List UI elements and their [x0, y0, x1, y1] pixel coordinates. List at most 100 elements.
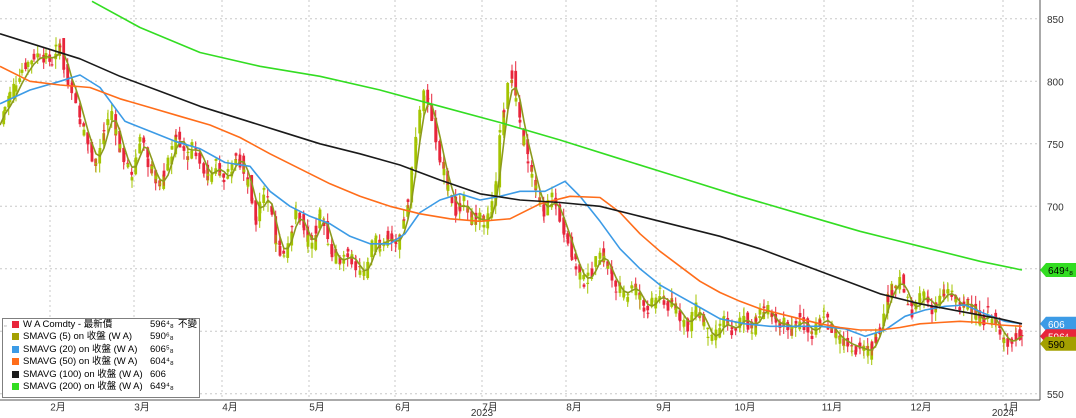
price-marker: 649⁴₈: [1040, 263, 1076, 277]
candle-body: [106, 119, 110, 125]
candle-body: [670, 300, 674, 302]
candle-body: [98, 147, 102, 151]
candle-body: [154, 175, 158, 180]
legend: ▫ W A Comdty - 最新價 596⁴₈ 不變 SMAVG (5) on…: [2, 318, 200, 398]
candle-body: [366, 262, 370, 265]
candle-body: [302, 227, 306, 231]
candle-body: [906, 296, 910, 298]
candle-body: [270, 211, 274, 215]
candle-body: [570, 256, 574, 260]
candle-body: [730, 327, 734, 330]
legend-label: SMAVG (100) on 收盤 (W A): [23, 368, 143, 380]
candle-body: [226, 169, 230, 172]
candle-body: [32, 53, 36, 60]
x-tick-label: 9月: [656, 401, 672, 413]
candle-body: [702, 322, 706, 327]
candle-body: [502, 110, 506, 113]
candle-body: [406, 199, 410, 202]
candle-body: [890, 290, 894, 295]
y-tick-label: 750: [1047, 140, 1064, 151]
candle-body: [454, 206, 458, 215]
legend-row-sma5[interactable]: SMAVG (5) on 收盤 (W A) 590⁶₈: [3, 331, 199, 343]
candle-body: [74, 94, 78, 100]
candle-body: [358, 270, 362, 275]
candle-body: [938, 296, 942, 299]
candle-body: [514, 98, 518, 102]
candle-body: [374, 235, 378, 239]
candle-body: [674, 308, 678, 314]
candle-body: [646, 312, 650, 314]
legend-row-price[interactable]: ▫ W A Comdty - 最新價 596⁴₈ 不變: [3, 319, 199, 331]
candle-body: [418, 113, 422, 118]
candle-body: [290, 226, 294, 228]
legend-row-sma20[interactable]: SMAVG (20) on 收盤 (W A) 606⁵₈: [3, 344, 199, 356]
legend-swatch: [12, 370, 19, 378]
candle-body: [834, 333, 838, 339]
candle-body: [530, 174, 534, 178]
candle-body: [222, 173, 226, 178]
legend-row-sma200[interactable]: SMAVG (200) on 收盤 (W A) 649⁴₈: [3, 381, 199, 393]
candle-body: [614, 291, 618, 293]
candle-body: [758, 309, 762, 315]
price-marker: 590: [1040, 336, 1076, 351]
candle-body: [118, 144, 122, 149]
x-tick-label: 11月: [822, 401, 842, 413]
candle-body: [902, 274, 906, 285]
candle-body: [810, 335, 814, 339]
candle-body: [26, 61, 30, 68]
legend-value: 606⁵₈: [150, 343, 174, 355]
candle-body: [526, 161, 530, 164]
candle-body: [650, 297, 654, 303]
candle-body: [126, 163, 130, 168]
candle-body: [102, 130, 106, 132]
price-marker: 606: [1040, 316, 1076, 331]
x-tick-label: 5月: [309, 401, 325, 413]
candle-body: [18, 78, 22, 82]
candle-body: [54, 44, 58, 47]
x-tick-label: 12月: [910, 401, 931, 413]
chart-root: 550600650700750800850 2月3月4月5月6月7月8月9月10…: [0, 0, 1076, 418]
candle-body: [510, 70, 514, 79]
candle-body: [230, 164, 234, 171]
candle-body: [534, 185, 538, 189]
candle-body: [642, 300, 646, 306]
candle-body: [506, 92, 510, 94]
candle-body: [950, 290, 954, 293]
candle-body: [866, 350, 870, 356]
candle-body: [3, 106, 7, 112]
candle-body: [50, 64, 54, 66]
candle-body: [850, 350, 854, 352]
candle-body: [78, 105, 82, 118]
candle-body: [114, 129, 118, 135]
legend-label: SMAVG (200) on 收盤 (W A): [23, 380, 143, 392]
candle-body: [518, 119, 522, 123]
candle-body: [434, 130, 438, 142]
candle-body: [146, 158, 150, 168]
legend-row-sma50[interactable]: SMAVG (50) on 收盤 (W A) 604⁴₈: [3, 356, 199, 368]
candle-body: [498, 130, 502, 133]
legend-row-sma100[interactable]: SMAVG (100) on 收盤 (W A) 606: [3, 369, 199, 381]
candle-body: [714, 329, 718, 339]
candle-body: [314, 225, 318, 234]
price-marker-label: 590: [1048, 340, 1065, 351]
legend-value: 649⁴₈: [150, 380, 174, 392]
candle-body: [94, 163, 98, 165]
candle-body: [794, 321, 798, 324]
legend-swatch: [12, 345, 19, 353]
y-tick-label: 850: [1047, 15, 1064, 26]
candle-body: [342, 255, 346, 257]
candle-body: [386, 230, 390, 240]
candle-body: [254, 216, 258, 225]
candle-body: [842, 345, 846, 347]
candle-body: [234, 153, 238, 156]
candle-body: [614, 280, 618, 287]
candle-body: [242, 169, 246, 172]
candle-body: [622, 294, 626, 296]
candle-body: [826, 313, 830, 318]
candle-body: [218, 172, 222, 174]
candle-body: [574, 266, 578, 270]
candle-body: [750, 332, 754, 334]
candle-body: [882, 314, 886, 317]
candle-body: [726, 322, 730, 324]
candle-body: [558, 213, 562, 217]
